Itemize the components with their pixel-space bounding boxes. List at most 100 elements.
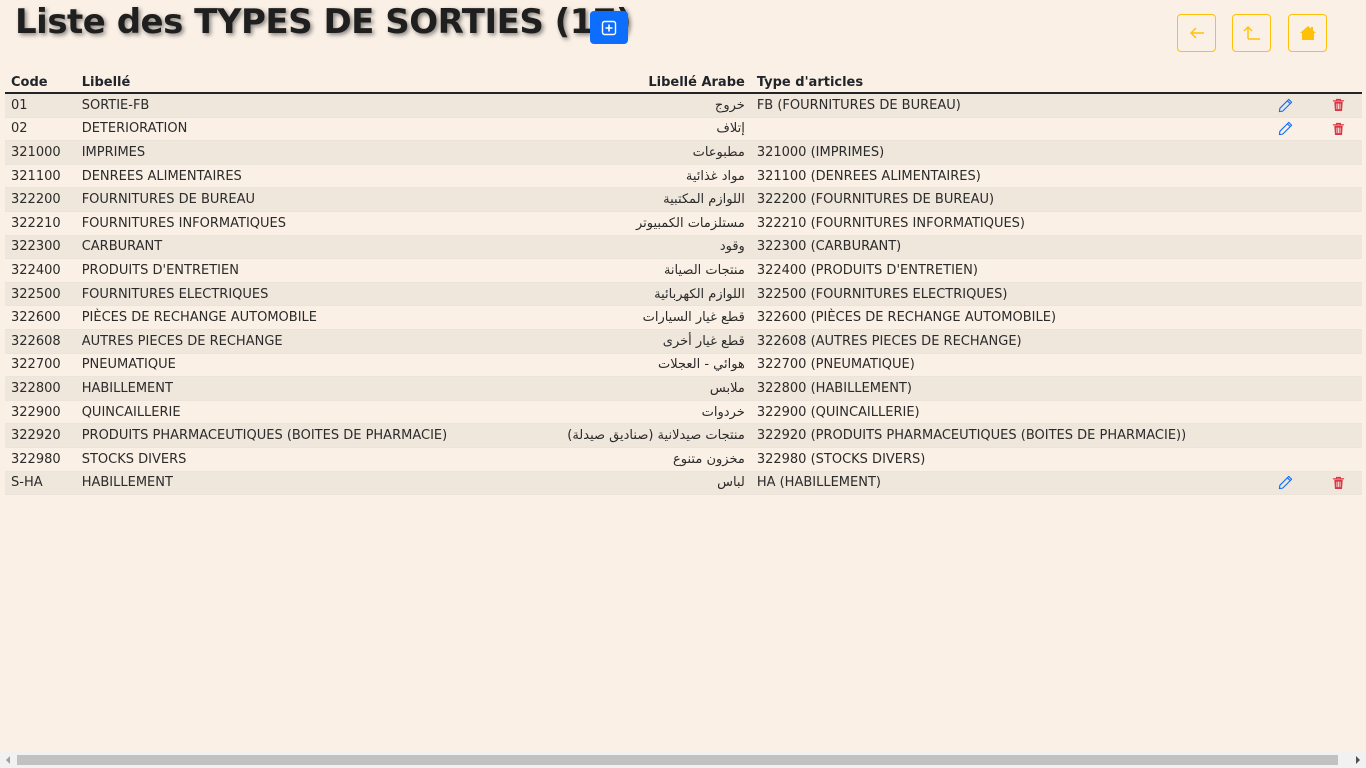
cell-libelle: DETERIORATION bbox=[75, 117, 454, 142]
cell-edit bbox=[1256, 376, 1316, 401]
cell-libelle-arabe: اللوازم الكهربائية bbox=[453, 282, 751, 307]
cell-edit bbox=[1256, 187, 1316, 212]
table-row[interactable]: S-HA HABILLEMENT لباس HA (HABILLEMENT) bbox=[5, 471, 1362, 496]
edit-pencil-icon[interactable] bbox=[1263, 475, 1310, 490]
cell-type-articles: 322980 (STOCKS DIVERS) bbox=[750, 447, 1257, 472]
delete-trash-icon[interactable] bbox=[1321, 98, 1356, 112]
page-title: Liste des TYPES DE SORTIES (17) bbox=[15, 2, 632, 42]
page: Liste des TYPES DE SORTIES (17) Code Lib… bbox=[0, 0, 1366, 768]
cell-code: 322608 bbox=[5, 329, 76, 354]
table-row[interactable]: 322920 PRODUITS PHARMACEUTIQUES (BOITES D… bbox=[5, 423, 1362, 448]
scrollbar-thumb[interactable] bbox=[17, 755, 1338, 765]
table-row[interactable]: 322700 PNEUMATIQUE هوائي - العجلات 322700 (… bbox=[5, 353, 1362, 378]
cell-delete bbox=[1315, 164, 1362, 189]
cell-type-articles: 322900 (QUINCAILLERIE) bbox=[750, 400, 1257, 425]
sorties-table: Code Libellé Libellé Arabe Type d'articl… bbox=[5, 69, 1362, 496]
cell-code: 322920 bbox=[5, 423, 76, 448]
cell-delete bbox=[1315, 305, 1362, 330]
cell-type-articles: 322500 (FOURNITURES ELECTRIQUES) bbox=[750, 282, 1257, 307]
cell-type-articles: FB (FOURNITURES DE BUREAU) bbox=[750, 93, 1257, 118]
column-header-type-articles[interactable]: Type d'articles bbox=[750, 69, 1257, 94]
up-button[interactable] bbox=[1232, 14, 1271, 52]
cell-edit bbox=[1256, 258, 1316, 283]
cell-edit bbox=[1256, 423, 1316, 448]
cell-code: 322700 bbox=[5, 353, 76, 378]
cell-edit bbox=[1256, 353, 1316, 378]
cell-libelle-arabe: اللوازم المكتبية bbox=[453, 187, 751, 212]
table-row[interactable]: 02 DETERIORATION إتلاف bbox=[5, 117, 1362, 142]
column-header-libelle[interactable]: Libellé bbox=[75, 69, 454, 94]
table-row[interactable]: 322608 AUTRES PIECES DE RECHANGE قطع غيار … bbox=[5, 329, 1362, 354]
cell-type-articles: HA (HABILLEMENT) bbox=[750, 471, 1257, 496]
horizontal-scrollbar[interactable] bbox=[0, 752, 1366, 768]
cell-libelle-arabe: خروج bbox=[453, 93, 751, 118]
column-header-libelle-arabe[interactable]: Libellé Arabe bbox=[453, 69, 751, 94]
delete-trash-icon[interactable] bbox=[1321, 476, 1356, 490]
table-body: 01 SORTIE-FB خروج FB (FOURNITURES DE BUREAU… bbox=[5, 93, 1362, 496]
cell-libelle: FOURNITURES DE BUREAU bbox=[75, 187, 454, 212]
table-row[interactable]: 322900 QUINCAILLERIE خردوات 322900 (QUINCAI… bbox=[5, 400, 1362, 425]
cell-edit bbox=[1256, 164, 1316, 189]
edit-pencil-icon[interactable] bbox=[1263, 98, 1310, 113]
cell-delete bbox=[1315, 117, 1362, 142]
cell-libelle-arabe: خردوات bbox=[453, 400, 751, 425]
table-row[interactable]: 322200 FOURNITURES DE BUREAU اللوازم المكت… bbox=[5, 187, 1362, 212]
cell-libelle: PIÈCES DE RECHANGE AUTOMOBILE bbox=[75, 305, 454, 330]
table-row[interactable]: 322980 STOCKS DIVERS مخزون متنوع 322980 (ST… bbox=[5, 447, 1362, 472]
cell-type-articles: 322920 (PRODUITS PHARMACEUTIQUES (BOITES… bbox=[750, 423, 1257, 448]
cell-code: 321000 bbox=[5, 140, 76, 165]
home-button[interactable] bbox=[1288, 14, 1327, 52]
add-button[interactable] bbox=[590, 11, 628, 44]
cell-delete bbox=[1315, 447, 1362, 472]
cell-edit bbox=[1256, 93, 1316, 118]
cell-type-articles: 321100 (DENREES ALIMENTAIRES) bbox=[750, 164, 1257, 189]
table-row[interactable]: 322300 CARBURANT وقود 322300 (CARBURANT) bbox=[5, 235, 1362, 260]
cell-delete bbox=[1315, 93, 1362, 118]
cell-edit bbox=[1256, 329, 1316, 354]
delete-trash-icon[interactable] bbox=[1321, 122, 1356, 136]
table-row[interactable]: 321100 DENREES ALIMENTAIRES مواد غذائية 321… bbox=[5, 164, 1362, 189]
cell-libelle-arabe: لباس bbox=[453, 471, 751, 496]
column-header-code[interactable]: Code bbox=[5, 69, 76, 94]
cell-delete bbox=[1315, 187, 1362, 212]
cell-libelle: AUTRES PIECES DE RECHANGE bbox=[75, 329, 454, 354]
cell-code: S-HA bbox=[5, 471, 76, 496]
table-row[interactable]: 322210 FOURNITURES INFORMATIQUES مستلزمات … bbox=[5, 211, 1362, 236]
back-button[interactable] bbox=[1177, 14, 1216, 52]
cell-type-articles bbox=[750, 117, 1257, 142]
cell-delete bbox=[1315, 282, 1362, 307]
cell-code: 322500 bbox=[5, 282, 76, 307]
cell-code: 322400 bbox=[5, 258, 76, 283]
table-row[interactable]: 322800 HABILLEMENT ملابس 322800 (HABILLEMEN… bbox=[5, 376, 1362, 401]
cell-type-articles: 321000 (IMPRIMES) bbox=[750, 140, 1257, 165]
edit-pencil-icon[interactable] bbox=[1263, 121, 1310, 136]
cell-code: 322200 bbox=[5, 187, 76, 212]
table-row[interactable]: 01 SORTIE-FB خروج FB (FOURNITURES DE BUREAU… bbox=[5, 93, 1362, 118]
table-row[interactable]: 322500 FOURNITURES ELECTRIQUES اللوازم الك… bbox=[5, 282, 1362, 307]
table-row[interactable]: 322400 PRODUITS D'ENTRETIEN منتجات الصيانة… bbox=[5, 258, 1362, 283]
cell-type-articles: 322200 (FOURNITURES DE BUREAU) bbox=[750, 187, 1257, 212]
cell-libelle: SORTIE-FB bbox=[75, 93, 454, 118]
cell-code: 322210 bbox=[5, 211, 76, 236]
cell-libelle: HABILLEMENT bbox=[75, 376, 454, 401]
cell-libelle: FOURNITURES INFORMATIQUES bbox=[75, 211, 454, 236]
cell-delete bbox=[1315, 258, 1362, 283]
scroll-left-arrow-icon[interactable] bbox=[0, 752, 16, 768]
table-row[interactable]: 322600 PIÈCES DE RECHANGE AUTOMOBILE قطع غ… bbox=[5, 305, 1362, 330]
cell-libelle: PRODUITS PHARMACEUTIQUES (BOITES DE PHAR… bbox=[75, 423, 454, 448]
cell-delete bbox=[1315, 423, 1362, 448]
cell-libelle-arabe: مطبوعات bbox=[453, 140, 751, 165]
cell-code: 322900 bbox=[5, 400, 76, 425]
cell-delete bbox=[1315, 329, 1362, 354]
cell-code: 322300 bbox=[5, 235, 76, 260]
scroll-right-arrow-icon[interactable] bbox=[1350, 752, 1366, 768]
cell-edit bbox=[1256, 282, 1316, 307]
cell-delete bbox=[1315, 235, 1362, 260]
cell-delete bbox=[1315, 376, 1362, 401]
cell-edit bbox=[1256, 117, 1316, 142]
cell-edit bbox=[1256, 235, 1316, 260]
cell-code: 322800 bbox=[5, 376, 76, 401]
cell-edit bbox=[1256, 211, 1316, 236]
table-row[interactable]: 321000 IMPRIMES مطبوعات 321000 (IMPRIMES) bbox=[5, 140, 1362, 165]
column-header-edit bbox=[1256, 69, 1316, 94]
